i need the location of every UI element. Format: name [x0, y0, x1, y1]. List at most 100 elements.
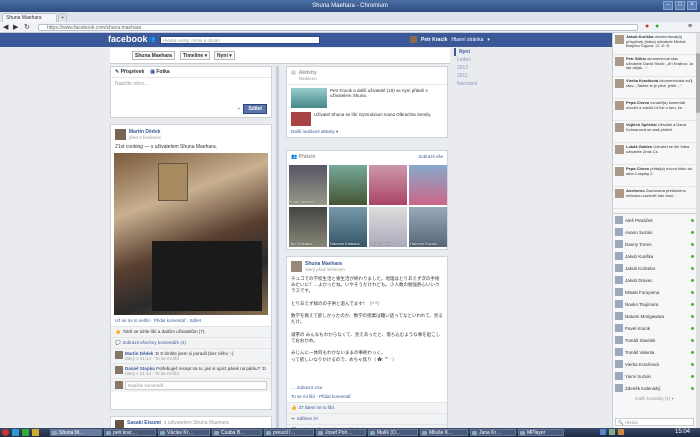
friends-title[interactable]: Přátelé: [299, 154, 316, 160]
taskbar-item[interactable]: Václav Kr…: [158, 429, 210, 436]
post-actions[interactable]: To se mi líbí · Přidat komentář: [287, 391, 447, 402]
year-nav-item[interactable]: 2011: [454, 72, 509, 80]
comment-input[interactable]: Napište komentář...: [125, 381, 267, 390]
show-all-friends-link[interactable]: Zobrazit vše: [418, 154, 443, 160]
friend-tile[interactable]: Nanami Kataoka: [329, 207, 367, 247]
minimize-icon[interactable]: –: [663, 1, 673, 10]
post-actions[interactable]: Už se mi to nelíbí · Přidat komentář · S…: [111, 315, 271, 326]
likes-text[interactable]: 37 lidem se to líbí.: [299, 405, 336, 411]
likes-text[interactable]: Tobě se tohle líbí a dalším uživatelům (…: [123, 329, 206, 335]
friend-requests-icon[interactable]: 👥: [148, 36, 155, 43]
taskbar-item[interactable]: Miluše K…: [420, 429, 468, 436]
profile-name-button[interactable]: Shuna Maehara: [132, 51, 175, 60]
composer-input[interactable]: Napište něco...: [111, 78, 271, 104]
comment-time[interactable]: úterý v 21:14 · To se mi líbí: [125, 371, 266, 376]
ticker-item[interactable]: Anchoreo Zachorana předloženo nebudou za…: [613, 187, 696, 209]
chat-contact[interactable]: Misaki Furuyama: [613, 286, 696, 298]
chat-contact[interactable]: Danny Torres: [613, 238, 696, 250]
friend-tile[interactable]: Jiro Hokatsu: [289, 207, 327, 247]
reload-icon[interactable]: ↻: [24, 23, 30, 31]
post-time[interactable]: úterý před měsícem: [305, 267, 345, 272]
avatar[interactable]: [115, 351, 123, 359]
chat-contact[interactable]: Jakub Dravec: [613, 274, 696, 286]
chat-contact[interactable]: Zdeněk Kaleniský: [613, 382, 696, 394]
friend-tile[interactable]: Kouji Tanaka: [289, 165, 327, 205]
ticker-item[interactable]: Pepa Chovo označil(a) komentář úvodní a …: [613, 99, 696, 121]
taskbar-item[interactable]: Shuna M…: [50, 429, 102, 436]
location-icon[interactable]: ⌖: [238, 106, 241, 112]
menu-icon[interactable]: ≡: [688, 23, 692, 30]
taskbar-item[interactable]: preucil I…: [264, 429, 314, 436]
back-icon[interactable]: ◀: [3, 23, 8, 31]
taskbar-item[interactable]: Josef Poh…: [316, 429, 366, 436]
avatar[interactable]: [115, 129, 126, 140]
friend-tile[interactable]: Vinh Cheng: [369, 207, 407, 247]
taskbar-item[interactable]: MPlayer: [518, 429, 564, 436]
launcher-icon[interactable]: [22, 429, 29, 436]
fb-search-input[interactable]: Hledat osoby, místa a obsah: [160, 36, 320, 44]
share-button[interactable]: Sdílet: [243, 104, 267, 114]
scrollbar-thumb[interactable]: [696, 53, 700, 113]
scrollbar[interactable]: [696, 33, 700, 428]
friend-tile[interactable]: [369, 165, 407, 205]
home-link[interactable]: Hlavní stránka: [451, 37, 483, 43]
chat-contact[interactable]: Aleš Petráček: [613, 214, 696, 226]
view-comments-link[interactable]: Zobrazit všechny komentáře (4): [123, 340, 186, 346]
fb-logo[interactable]: facebook: [108, 34, 148, 44]
friend-tile[interactable]: [409, 165, 447, 205]
forward-icon[interactable]: ▶: [13, 23, 18, 31]
avatar[interactable]: [410, 36, 417, 43]
chevron-down-icon[interactable]: ▾: [487, 37, 490, 43]
ticker-item[interactable]: Jakub Kuriška okomentoval(a) příspěvek (…: [613, 33, 696, 55]
chat-contact[interactable]: Naoko Tsujimura: [613, 298, 696, 310]
year-nav-item[interactable]: Nyní: [454, 48, 509, 56]
more-activity-link[interactable]: Další nedávné aktivity ▾: [287, 127, 447, 137]
chat-contact[interactable]: Jakub Kuriška: [613, 250, 696, 262]
chat-search-input[interactable]: 🔍 Hledat: [615, 418, 694, 426]
browser-tab[interactable]: Shuna Maehara: [2, 13, 57, 22]
friend-tile[interactable]: [329, 165, 367, 205]
launcher-icon[interactable]: [12, 429, 19, 436]
taskbar-item[interactable]: Csaba B…: [212, 429, 262, 436]
ticker-item[interactable]: Petr Stihlo okomentoval stav uživatele D…: [613, 55, 696, 77]
close-icon[interactable]: ×: [687, 1, 697, 10]
ticker-item[interactable]: Vojtěch Splichal Uživatel a Dana Kolmano…: [613, 121, 696, 143]
chat-contact[interactable]: Tomáš Valenta: [613, 346, 696, 358]
activity-thumbnail[interactable]: [291, 88, 327, 108]
ticker-item[interactable]: Lukáš Gaiden Uživatel se líbí fotka uživ…: [613, 143, 696, 165]
chat-contact[interactable]: Jakub Korbelar: [613, 262, 696, 274]
taskbar-item[interactable]: Malík (O…: [368, 429, 418, 436]
user-name-link[interactable]: Petr Kracik: [421, 37, 447, 43]
activity-item[interactable]: Uživatel Shuna se líbí Gymnázium Ivana O…: [314, 112, 431, 126]
friend-tile[interactable]: Hanami Suzuki: [409, 207, 447, 247]
chat-contact[interactable]: Natumi Morigawara: [613, 310, 696, 322]
clock[interactable]: 15:04: [675, 428, 690, 437]
post-photo[interactable]: [114, 153, 268, 315]
chat-contact[interactable]: Tomáš Slavítek: [613, 334, 696, 346]
now-button[interactable]: Nyní ▾: [214, 51, 235, 60]
chat-contact[interactable]: Pavel Kracik: [613, 322, 696, 334]
tray-icon[interactable]: [600, 429, 606, 435]
more-contacts-link[interactable]: Další kontakty (2) ▾: [613, 394, 696, 404]
post-time[interactable]: před 8 hodinami: [129, 135, 161, 140]
tray-icon[interactable]: [609, 429, 615, 435]
show-more-link[interactable]: … Zobrazit více: [287, 384, 447, 391]
shares-text[interactable]: Sdíleno 2×: [297, 416, 319, 422]
taskbar-item[interactable]: Jana Kr…: [470, 429, 516, 436]
page-thumbnail[interactable]: [291, 112, 311, 126]
comment-time[interactable]: úterý v 21:14 · To se mi líbí: [125, 356, 234, 361]
composer-tab-photo[interactable]: ▣ Fotka: [150, 69, 169, 75]
year-nav-item[interactable]: 2012: [454, 64, 509, 72]
tray-icon[interactable]: [618, 429, 624, 435]
year-nav-item[interactable]: Leden: [454, 56, 509, 64]
year-nav-item[interactable]: Narození: [454, 80, 509, 88]
activity-item[interactable]: Petr Kracik a další uživatelé (19) se ny…: [330, 88, 443, 108]
avatar[interactable]: [291, 261, 302, 272]
address-bar[interactable]: https://www.facebook.com/shuna.maehara: [38, 24, 638, 31]
avatar[interactable]: [115, 366, 123, 374]
launcher-icon[interactable]: [32, 429, 39, 436]
taskbar-item[interactable]: petr.krac…: [104, 429, 156, 436]
maximize-icon[interactable]: □: [675, 1, 685, 10]
ticker-item[interactable]: Vierka Kracíková okomentovala svůj stav:…: [613, 77, 696, 99]
extension-icon[interactable]: ●: [645, 23, 649, 30]
